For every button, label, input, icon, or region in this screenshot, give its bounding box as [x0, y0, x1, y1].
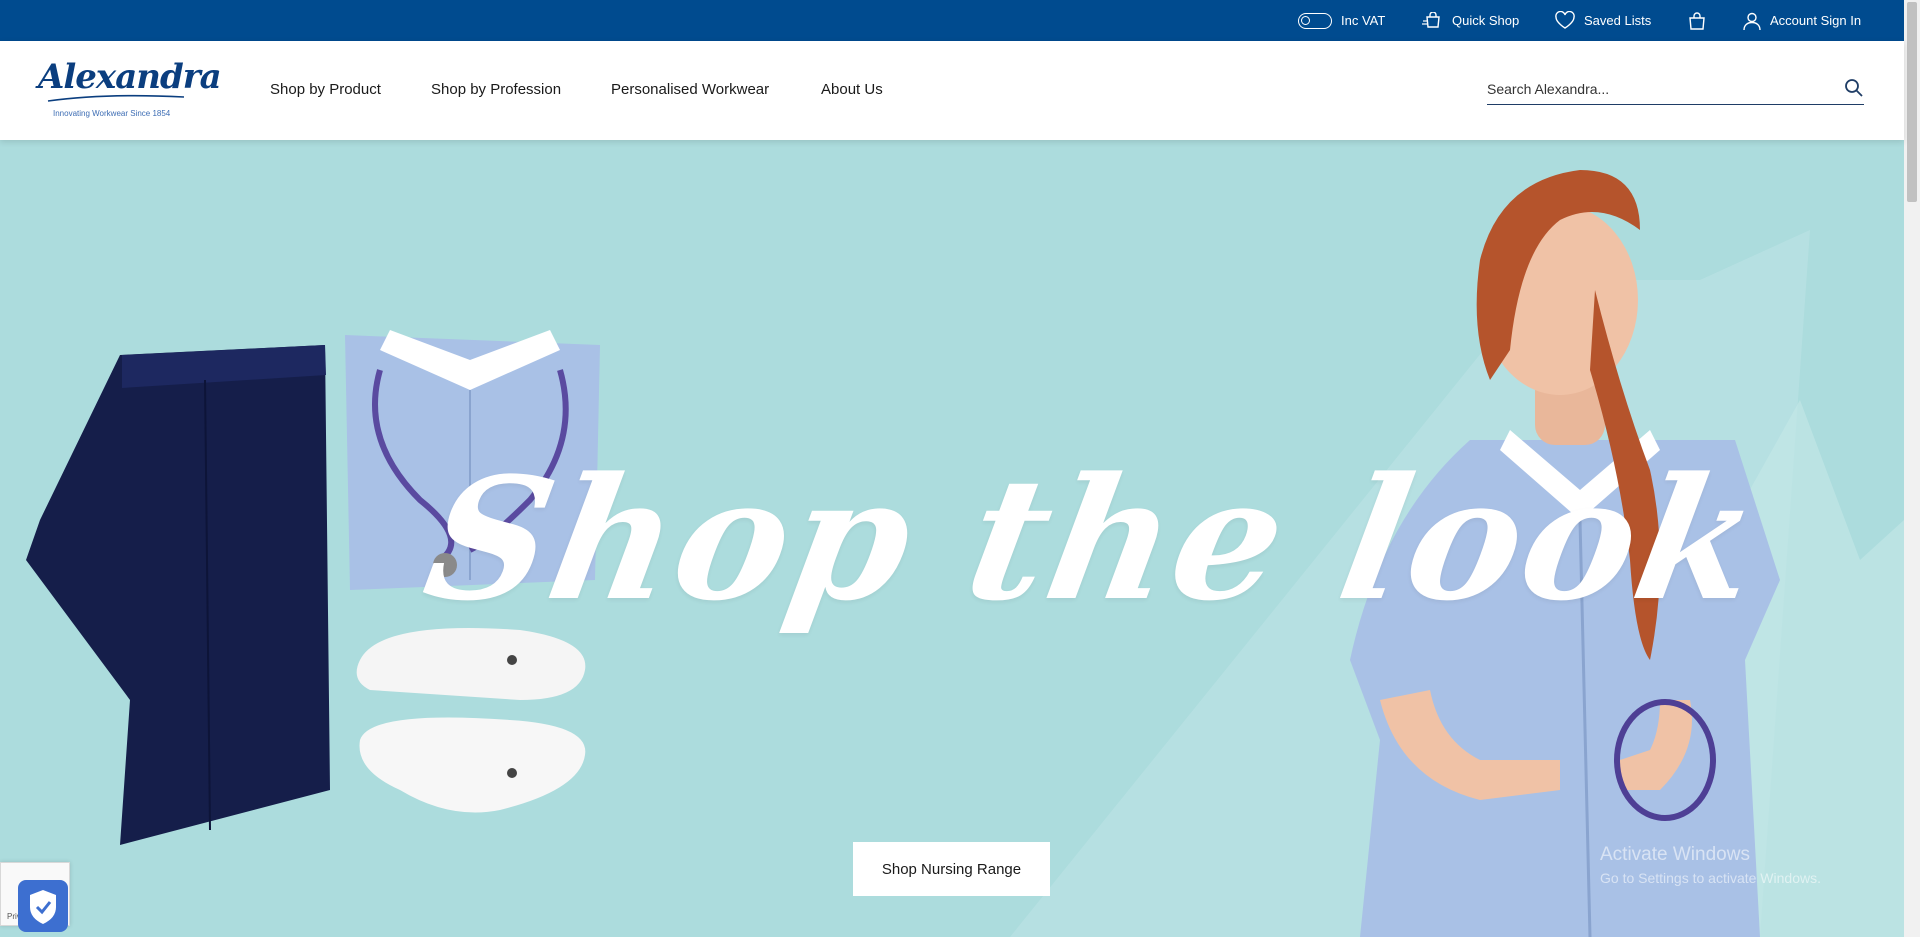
account-sign-in-label: Account Sign In: [1770, 13, 1862, 28]
page-scrollbar[interactable]: [1904, 0, 1920, 937]
nav-shop-by-profession[interactable]: Shop by Profession: [431, 81, 561, 98]
saved-lists-link[interactable]: Saved Lists: [1554, 0, 1651, 41]
top-utility-bar: Inc VAT Quick Shop Saved Lists Account S…: [0, 0, 1904, 41]
shop-nursing-range-button[interactable]: Shop Nursing Range: [853, 842, 1050, 896]
nav-about-us[interactable]: About Us: [821, 81, 883, 98]
brand-logo[interactable]: Alexandra Innovating Workwear Since 1854: [38, 57, 222, 125]
quick-shop-link[interactable]: Quick Shop: [1422, 0, 1519, 41]
basket-button[interactable]: [1687, 0, 1707, 41]
saved-lists-label: Saved Lists: [1584, 13, 1652, 28]
clogs-image: [356, 628, 586, 813]
hero-headline: Shop the look: [412, 440, 1775, 638]
heart-icon: [1554, 11, 1576, 30]
user-icon: [1742, 11, 1762, 31]
hero-banner[interactable]: Shop the look Shop Nursing Range Activat…: [0, 140, 1904, 937]
toggle-icon[interactable]: [1298, 12, 1332, 29]
account-sign-in-link[interactable]: Account Sign In: [1742, 0, 1861, 41]
nav-personalised-workwear[interactable]: Personalised Workwear: [611, 81, 769, 98]
quick-shop-icon: [1422, 11, 1444, 30]
watermark-subtitle: Go to Settings to activate Windows.: [1600, 870, 1821, 886]
bag-icon: [1687, 11, 1707, 31]
vat-label: Inc VAT: [1341, 13, 1386, 28]
brand-tagline: Innovating Workwear Since 1854: [53, 109, 171, 118]
trousers-image: [26, 345, 330, 845]
logo-swoosh-icon: [47, 94, 185, 102]
vat-toggle[interactable]: Inc VAT: [1298, 0, 1385, 41]
quick-shop-label: Quick Shop: [1452, 13, 1520, 28]
watermark-title: Activate Windows: [1600, 844, 1750, 865]
search-bar: [1487, 75, 1864, 105]
search-input[interactable]: [1487, 77, 1827, 101]
search-icon[interactable]: [1844, 78, 1864, 103]
scrollbar-thumb[interactable]: [1907, 2, 1917, 202]
shield-icon[interactable]: [18, 880, 68, 937]
windows-activation-watermark: Activate Windows Go to Settings to activ…: [1600, 844, 1821, 886]
nav-shop-by-product[interactable]: Shop by Product: [270, 81, 381, 98]
site-header: Alexandra Innovating Workwear Since 1854…: [0, 41, 1904, 140]
